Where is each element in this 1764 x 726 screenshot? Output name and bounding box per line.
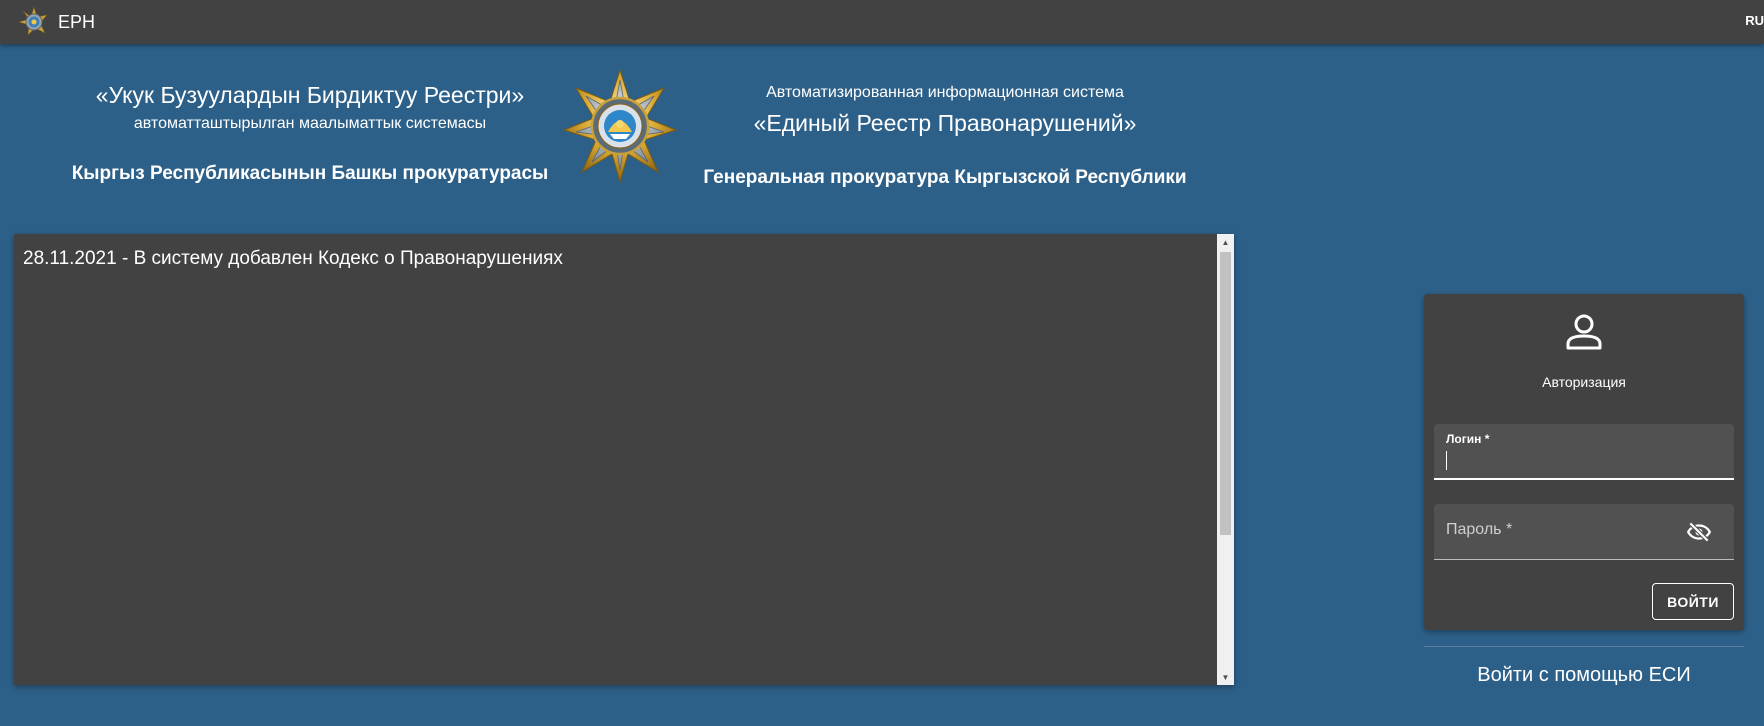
divider — [1424, 646, 1744, 647]
scroll-up-arrow-icon[interactable]: ▲ — [1217, 234, 1234, 250]
login-card: Авторизация Логин * Пароль * ВОЙТИ — [1424, 294, 1744, 630]
password-label: Пароль * — [1446, 521, 1513, 538]
top-app-bar: ЕРН RU — [0, 0, 1764, 44]
news-item: 28.11.2021 - В систему добавлен Кодекс о… — [23, 248, 563, 269]
password-field[interactable]: Пароль * — [1434, 504, 1734, 560]
eye-off-icon[interactable] — [1686, 519, 1712, 545]
login-label: Логин * — [1446, 432, 1490, 446]
news-scrollbar[interactable]: ▲ ▼ — [1217, 234, 1234, 685]
login-button[interactable]: ВОЙТИ — [1652, 583, 1734, 620]
header-title-kg: «Укук Бузуулардын Бирдиктуу Реестри» — [95, 82, 525, 108]
scroll-down-arrow-icon[interactable]: ▼ — [1217, 669, 1234, 685]
language-switcher[interactable]: RU — [1745, 13, 1764, 28]
header-russian: Автоматизированная информационная систем… — [680, 84, 1210, 189]
header-kyrgyz: «Укук Бузуулардын Бирдиктуу Реестри» авт… — [40, 80, 580, 185]
brand[interactable]: ЕРН — [18, 0, 95, 44]
scroll-thumb[interactable] — [1220, 252, 1231, 535]
login-input[interactable] — [1446, 448, 1696, 472]
login-field[interactable]: Логин * — [1434, 424, 1734, 480]
news-panel: 28.11.2021 - В систему добавлен Кодекс о… — [14, 234, 1234, 685]
emblem-icon — [18, 6, 48, 36]
person-icon — [1566, 314, 1602, 350]
header-organization-kg: Кыргыз Республикасынын Башкы прокуратура… — [71, 163, 549, 184]
login-title: Авторизация — [1542, 374, 1626, 390]
header-title-ru: «Единый Реестр Правонарушений» — [753, 110, 1137, 136]
header-subtitle-ru: Автоматизированная информационная систем… — [766, 84, 1124, 101]
prosecutor-emblem-icon — [562, 68, 678, 184]
header-organization-ru: Генеральная прокуратура Кыргызской Респу… — [703, 167, 1187, 188]
esi-login-link[interactable]: Войти с помощью ЕСИ — [1424, 664, 1744, 687]
header-subtitle-kg: автоматташтырылган маалыматтык системасы — [133, 115, 487, 132]
app-name: ЕРН — [58, 11, 96, 32]
